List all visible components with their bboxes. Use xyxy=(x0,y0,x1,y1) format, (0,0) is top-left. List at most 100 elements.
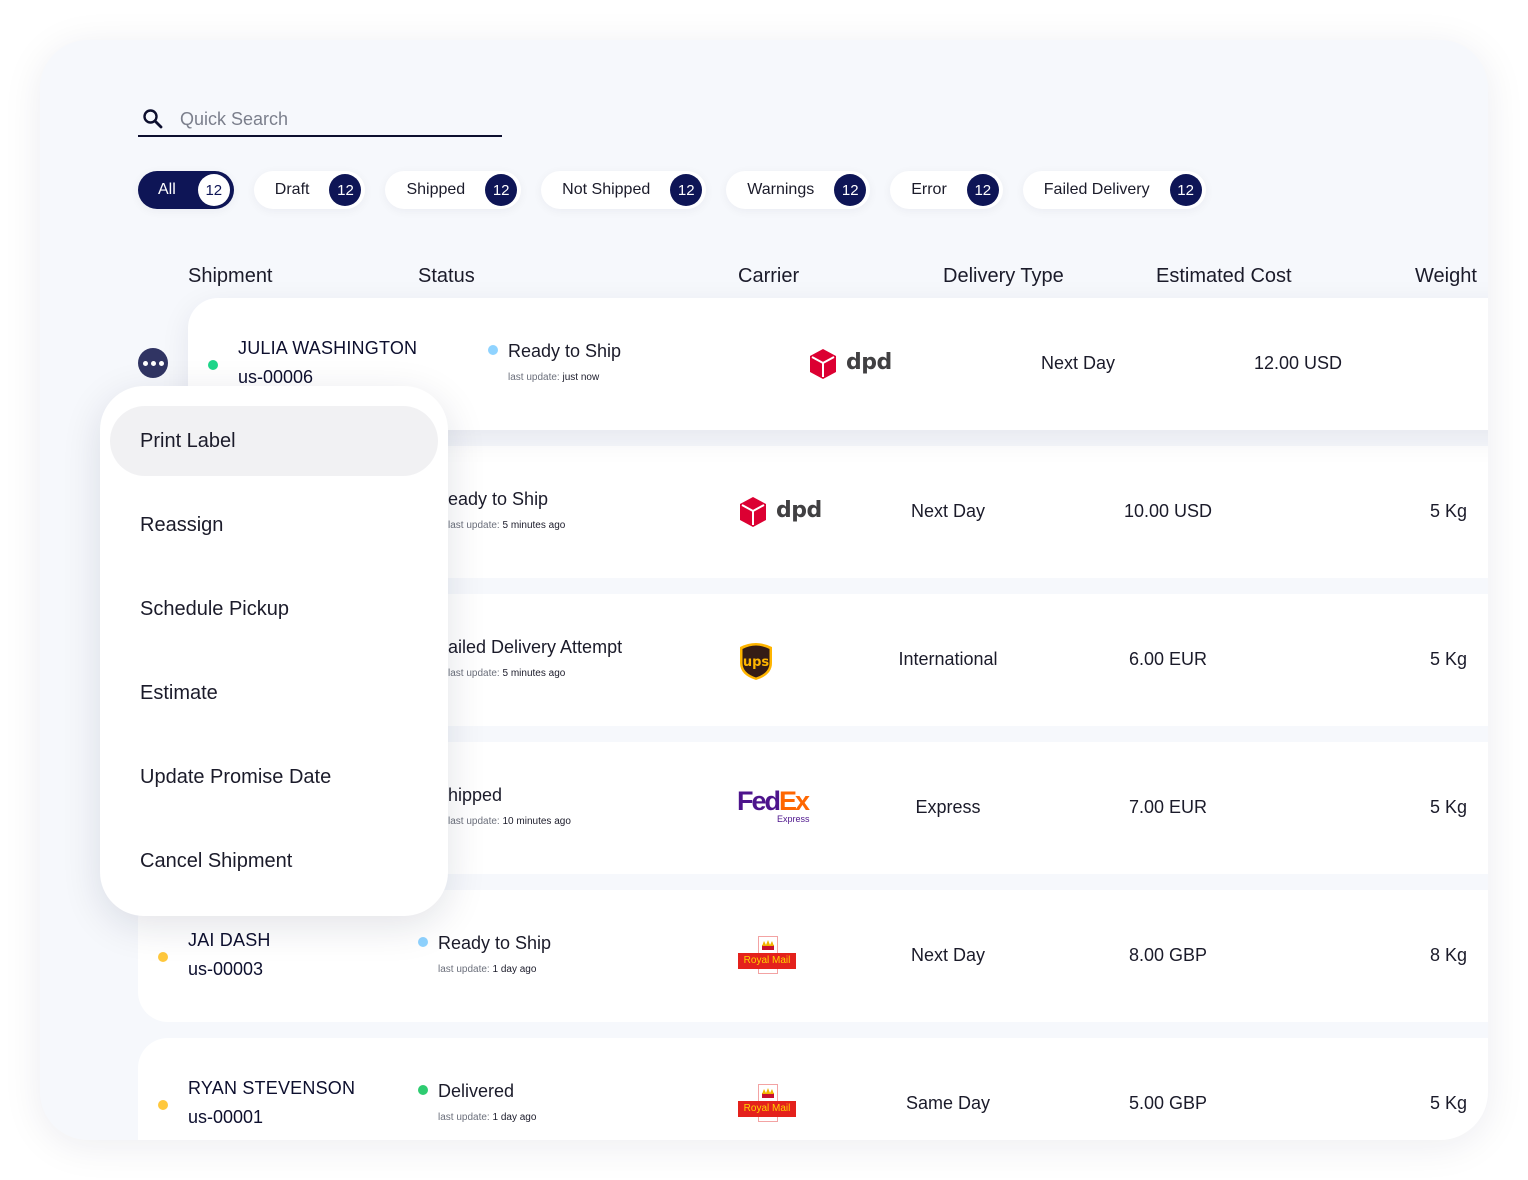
last-update-value: 1 day ago xyxy=(492,1112,537,1123)
filter-chip-all[interactable]: All 12 xyxy=(138,171,234,209)
delivery-type-cell: Express xyxy=(915,797,981,817)
carrier-logo-royal-mail: Royal Mail xyxy=(738,936,796,976)
estimated-cost-cell: 7.00 EUR xyxy=(1128,797,1208,817)
filter-chip-label: Failed Delivery xyxy=(1043,181,1150,198)
filter-chip-label: Draft xyxy=(274,181,310,198)
column-header-delivery-type[interactable]: Delivery Type xyxy=(943,265,1064,288)
last-update: last update: 1 day ago xyxy=(438,964,551,975)
status-label: eady to Ship xyxy=(448,489,549,509)
shipment-cell: RYAN STEVENSON us-00001 xyxy=(188,1078,355,1128)
shipment-cell: JAI DASH us-00003 xyxy=(188,930,271,980)
more-actions-button[interactable] xyxy=(138,348,168,378)
menu-item-print-label[interactable]: Print Label xyxy=(110,406,438,476)
filter-chip-count: 12 xyxy=(197,174,230,206)
filter-chip-not-shipped[interactable]: Not Shipped 12 xyxy=(541,171,707,209)
estimated-cost-cell: 5.00 GBP xyxy=(1128,1093,1208,1113)
status-label: Ready to Ship xyxy=(488,341,621,362)
filter-chip-count: 12 xyxy=(966,174,999,206)
menu-item-update-promise-date[interactable]: Update Promise Date xyxy=(110,742,438,812)
row-indicator-dot xyxy=(208,360,218,370)
filter-chip-failed-delivery[interactable]: Failed Delivery 12 xyxy=(1022,171,1206,209)
filter-chip-label: All xyxy=(158,181,176,198)
column-header-estimated-cost[interactable]: Estimated Cost xyxy=(1156,265,1292,288)
delivery-type-cell: Same Day xyxy=(905,1093,991,1113)
column-header-status[interactable]: Status xyxy=(418,265,475,288)
ups-wordmark: ups xyxy=(743,655,770,670)
column-header-shipment[interactable]: Shipment xyxy=(188,265,273,288)
last-update-value: 5 minutes ago xyxy=(502,668,566,679)
carrier-logo-royal-mail: Royal Mail xyxy=(738,1084,796,1124)
last-update: last update: just now xyxy=(508,372,621,383)
column-header-weight[interactable]: Weight xyxy=(1415,265,1477,288)
filter-chip-error[interactable]: Error 12 xyxy=(890,171,1003,209)
last-update-label: last update: xyxy=(448,668,500,679)
shipment-id: us-00003 xyxy=(188,959,264,979)
column-header-carrier[interactable]: Carrier xyxy=(738,265,799,288)
menu-item-estimate[interactable]: Estimate xyxy=(110,658,438,728)
carrier-logo-ups: ups xyxy=(738,641,774,681)
filter-chip-count: 12 xyxy=(485,174,518,206)
carrier-logo-fedex: FedEx Express xyxy=(737,788,813,826)
weight-cell: 5 Kg xyxy=(1429,1093,1467,1113)
status-cell: ailed Delivery Attempt last update: 5 mi… xyxy=(448,637,622,679)
status-label: Ready to Ship xyxy=(418,933,551,954)
filter-chip-count: 12 xyxy=(329,174,362,206)
last-update: last update: 5 minutes ago xyxy=(448,668,622,679)
last-update: last update: 10 minutes ago xyxy=(448,816,571,827)
dot xyxy=(142,360,148,366)
menu-item-schedule-pickup[interactable]: Schedule Pickup xyxy=(110,574,438,644)
weight-cell: 8 Kg xyxy=(1429,945,1467,965)
status-label: ailed Delivery Attempt xyxy=(448,637,623,657)
menu-item-cancel-shipment[interactable]: Cancel Shipment xyxy=(110,826,438,896)
last-update-value: just now xyxy=(562,372,600,383)
status-cell: eady to Ship last update: 5 minutes ago xyxy=(448,489,565,531)
fedex-express-label: Express xyxy=(777,814,810,824)
last-update-label: last update: xyxy=(448,520,500,531)
filter-chip-draft[interactable]: Draft 12 xyxy=(253,171,366,209)
dot xyxy=(150,360,156,366)
filter-chip-count: 12 xyxy=(1169,174,1202,206)
quick-search[interactable] xyxy=(138,104,502,137)
ups-shield-icon: ups xyxy=(740,643,772,680)
filter-chips: All 12 Draft 12 Shipped 12 Not Shipped 1… xyxy=(138,171,1206,209)
status-dot xyxy=(418,1085,428,1095)
status-cell: Ready to Ship last update: 1 day ago xyxy=(418,933,551,975)
search-input[interactable] xyxy=(180,109,480,130)
carrier-logo-dpd: dpd xyxy=(738,496,822,528)
filter-chip-label: Error xyxy=(911,181,947,198)
weight-cell: 5 Kg xyxy=(1429,501,1467,521)
status-text: Ready to Ship xyxy=(438,933,552,953)
filter-chip-shipped[interactable]: Shipped 12 xyxy=(385,171,522,209)
delivery-type-cell: Next Day xyxy=(910,501,986,521)
weight-cell: 5 Kg xyxy=(1429,649,1467,669)
status-cell: Delivered last update: 1 day ago xyxy=(418,1081,536,1123)
fedex-ex: Ex xyxy=(779,786,810,816)
delivery-type-cell: Next Day xyxy=(1040,353,1116,373)
last-update-value: 5 minutes ago xyxy=(502,520,566,531)
shipment-cell: JULIA WASHINGTON us-00006 xyxy=(238,338,417,388)
dpd-wordmark: dpd xyxy=(776,498,822,523)
dpd-cube-icon xyxy=(740,497,766,527)
estimated-cost-cell: 6.00 EUR xyxy=(1128,649,1208,669)
status-dot xyxy=(488,345,498,355)
row-actions-menu: Print Label Reassign Schedule Pickup Est… xyxy=(100,386,448,916)
estimated-cost-cell: 12.00 USD xyxy=(1253,353,1343,373)
filter-chip-warnings[interactable]: Warnings 12 xyxy=(726,171,871,209)
last-update-label: last update: xyxy=(508,372,560,383)
dot xyxy=(158,360,164,366)
status-label: Delivered xyxy=(418,1081,536,1102)
delivery-type-cell: International xyxy=(898,649,998,669)
customer-name: JULIA WASHINGTON xyxy=(238,338,418,358)
fedex-wordmark: FedEx xyxy=(737,788,813,815)
dpd-cube-icon xyxy=(810,349,836,379)
last-update-value: 10 minutes ago xyxy=(502,816,571,827)
filter-chip-label: Warnings xyxy=(747,181,815,198)
filter-chip-label: Not Shipped xyxy=(562,181,651,198)
last-update-label: last update: xyxy=(438,964,490,975)
crown-icon xyxy=(762,940,774,950)
menu-item-reassign[interactable]: Reassign xyxy=(110,490,438,560)
filter-chip-count: 12 xyxy=(670,174,703,206)
filter-chip-count: 12 xyxy=(834,174,867,206)
row-indicator-dot xyxy=(158,952,168,962)
table-row[interactable]: RYAN STEVENSON us-00001 Delivered last u… xyxy=(138,1038,1488,1140)
